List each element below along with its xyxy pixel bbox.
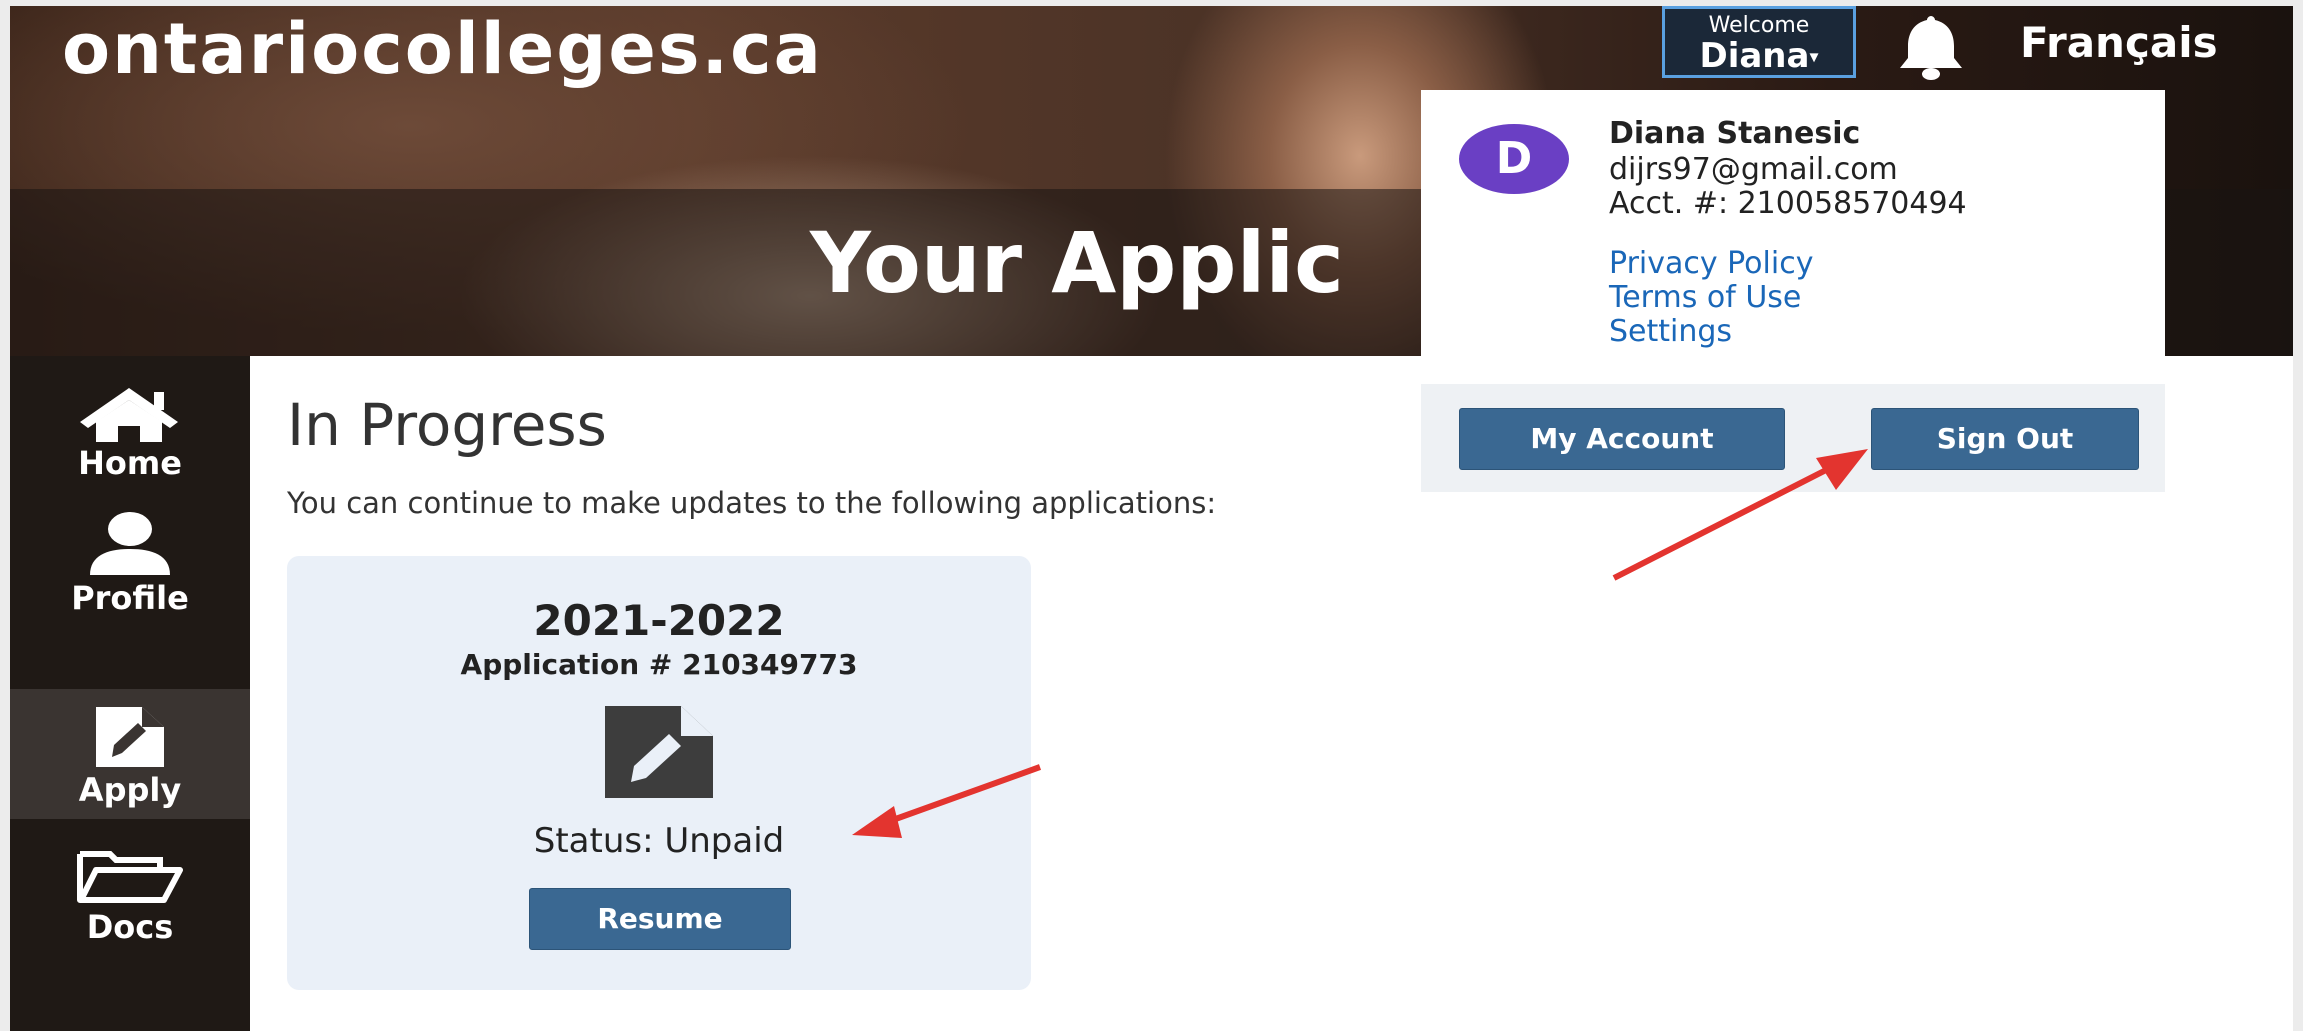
sidebar-item-apply[interactable]: Apply (10, 689, 250, 819)
welcome-label: Welcome (1708, 13, 1810, 38)
sidebar-item-home[interactable]: Home (10, 366, 250, 496)
welcome-user-name: Diana▾ (1665, 38, 1853, 76)
section-title: In Progress (287, 391, 607, 459)
application-year: 2021-2022 (533, 596, 785, 645)
account-email: dijrs97@gmail.com (1609, 152, 1898, 187)
section-description: You can continue to make updates to the … (287, 486, 1217, 520)
sidebar-item-label: Home (78, 444, 182, 482)
my-account-button[interactable]: My Account (1459, 408, 1785, 470)
document-edit-icon (96, 707, 164, 767)
home-icon (80, 388, 178, 442)
resume-button[interactable]: Resume (529, 888, 791, 950)
account-number: Acct. #: 210058570494 (1609, 186, 1967, 221)
bell-icon[interactable] (1888, 12, 1974, 82)
sidebar-item-label: Profile (71, 579, 189, 617)
site-logo[interactable]: ontariocolleges.ca (62, 8, 823, 90)
avatar: D (1459, 124, 1569, 194)
application-card: 2021-2022 Application # 210349773 Status… (287, 556, 1031, 990)
account-dropdown-footer: My Account Sign Out (1421, 384, 2165, 492)
app-frame: ontariocolleges.ca Your Applic Welcome D… (10, 6, 2293, 1031)
settings-link[interactable]: Settings (1609, 314, 1732, 349)
sign-out-button[interactable]: Sign Out (1871, 408, 2139, 470)
user-menu-toggle[interactable]: Welcome Diana▾ (1662, 6, 1856, 78)
user-icon (90, 512, 170, 575)
caret-down-icon: ▾ (1809, 46, 1819, 68)
user-first-name: Diana (1699, 36, 1810, 76)
sidebar-item-profile[interactable]: Profile (10, 511, 250, 641)
account-full-name: Diana Stanesic (1609, 116, 1861, 151)
language-toggle-link[interactable]: Français (2020, 18, 2218, 67)
application-status: Status: Unpaid (533, 821, 785, 861)
page-title: Your Applic (810, 214, 1344, 312)
sidebar-item-label: Apply (78, 771, 182, 809)
document-edit-icon (605, 706, 713, 798)
application-number: Application # 210349773 (460, 648, 858, 681)
sidebar-item-docs[interactable]: Docs (10, 836, 250, 966)
sidebar-item-label: Docs (86, 908, 174, 946)
sidebar-nav: Home Profile Apply Docs (10, 356, 250, 1031)
folder-icon (77, 851, 183, 903)
privacy-policy-link[interactable]: Privacy Policy (1609, 246, 1813, 281)
terms-of-use-link[interactable]: Terms of Use (1609, 280, 1801, 315)
account-dropdown: D Diana Stanesic dijrs97@gmail.com Acct.… (1421, 90, 2165, 358)
